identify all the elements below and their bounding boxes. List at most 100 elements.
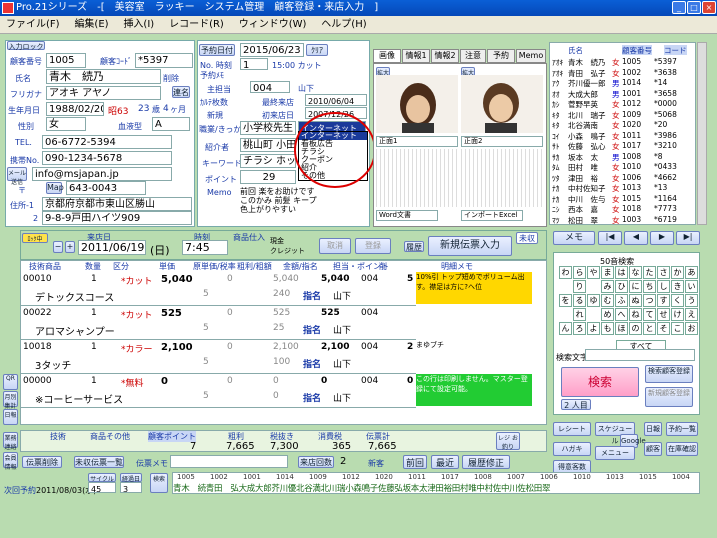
last-record-button[interactable]: ▶| bbox=[676, 231, 700, 245]
cash-option[interactable]: 現金 bbox=[270, 236, 284, 246]
list-item-no[interactable]: 1009 bbox=[622, 110, 641, 120]
list-item-sex[interactable]: 女 bbox=[612, 68, 620, 78]
item-price[interactable]: 0 bbox=[161, 376, 168, 387]
list-item-no[interactable]: 1005 bbox=[622, 57, 641, 67]
list-item-kana[interactable]: ｷﾀ bbox=[552, 110, 560, 120]
kana-key[interactable]: も bbox=[601, 322, 614, 335]
list-item-kana[interactable]: ｱｸ bbox=[552, 78, 560, 88]
staff-select[interactable]: 004 bbox=[250, 81, 290, 93]
date-minus-button[interactable]: − bbox=[53, 241, 63, 253]
job-field[interactable]: 小学校先生 bbox=[240, 121, 296, 135]
list-item-code[interactable]: *3210 bbox=[654, 141, 677, 151]
item-staff[interactable]: 山下 bbox=[333, 323, 351, 336]
kana-key[interactable]: ら bbox=[573, 266, 586, 279]
kana-key[interactable]: ぬ bbox=[629, 294, 642, 307]
list-item-name[interactable]: 中川 佐与 bbox=[568, 194, 606, 204]
maximize-button[interactable]: □ bbox=[687, 1, 701, 14]
tel-field[interactable]: 06-6772-5394 bbox=[42, 135, 172, 149]
item-shimei[interactable]: 指名 bbox=[303, 357, 321, 370]
kana-key[interactable]: し bbox=[657, 280, 670, 293]
search-register-button[interactable]: 検索顧客登録 bbox=[645, 365, 693, 383]
position-select-2[interactable]: 正面2 bbox=[461, 136, 543, 147]
strip-number[interactable]: 1006 bbox=[540, 473, 558, 481]
list-item-code[interactable]: *1164 bbox=[654, 194, 677, 204]
tab-image[interactable]: 画像 bbox=[373, 49, 401, 63]
history-button[interactable]: 履歴 bbox=[404, 241, 424, 252]
strip-number[interactable]: 1002 bbox=[210, 473, 228, 481]
search-small-button[interactable]: 検索 bbox=[150, 473, 168, 493]
tool-button[interactable]: レシート bbox=[553, 422, 591, 436]
list-item-no[interactable]: 1003 bbox=[622, 215, 641, 225]
point-field[interactable]: 29 bbox=[240, 170, 296, 184]
kana-key[interactable]: え bbox=[685, 308, 698, 321]
map-button[interactable]: Map bbox=[46, 182, 64, 194]
kana-key[interactable]: か bbox=[671, 266, 684, 279]
item-shimei[interactable]: 指名 bbox=[303, 323, 321, 336]
customer-no-field[interactable]: 1005 bbox=[46, 53, 86, 68]
kana-key[interactable]: や bbox=[587, 266, 600, 279]
kana-key[interactable]: さ bbox=[657, 266, 670, 279]
new-customer-button[interactable]: 新規顧客登録 bbox=[645, 387, 693, 407]
list-item-no[interactable]: 1011 bbox=[622, 131, 641, 141]
strip-number[interactable]: 1020 bbox=[375, 473, 393, 481]
kana-key[interactable]: む bbox=[601, 294, 614, 307]
previous-button[interactable]: 前回 bbox=[403, 455, 427, 469]
kana-key[interactable]: ま bbox=[601, 266, 614, 279]
list-item-code[interactable]: *0000 bbox=[654, 99, 677, 109]
no-select[interactable]: 1 bbox=[240, 58, 268, 70]
item-staff[interactable]: 山下 bbox=[333, 289, 351, 302]
list-item-kana[interactable]: ﾏﾂ bbox=[552, 215, 560, 225]
list-item-sex[interactable]: 女 bbox=[612, 173, 620, 183]
list-item-no[interactable]: 1002 bbox=[622, 68, 641, 78]
list-item-name[interactable]: 佐藤 弘心 bbox=[568, 141, 606, 151]
side-button[interactable]: 業務連絡 bbox=[3, 432, 18, 451]
tool-button[interactable]: メニュー bbox=[595, 446, 635, 460]
next-record-button[interactable]: ▶ bbox=[650, 231, 674, 245]
list-item-sex[interactable]: 男 bbox=[612, 78, 620, 88]
list-item-kana[interactable]: ｷﾀ bbox=[552, 120, 560, 130]
lock-toggle[interactable]: ﾛｯｸ中 bbox=[22, 233, 48, 243]
list-item-name[interactable]: 大成大郎 bbox=[568, 89, 598, 99]
list-item-name[interactable]: 津田 裕 bbox=[568, 173, 598, 183]
kana-key[interactable]: こ bbox=[671, 322, 684, 335]
tool-button[interactable]: 顧客 bbox=[644, 442, 662, 456]
entry-lock-checkbox[interactable]: 入力ロック bbox=[7, 41, 45, 51]
kana-key[interactable]: ね bbox=[629, 308, 642, 321]
list-item-no[interactable]: 1013 bbox=[622, 183, 641, 193]
kana-key[interactable]: け bbox=[671, 308, 684, 321]
list-item-kana[interactable]: ﾅｶ bbox=[552, 194, 560, 204]
menu-help[interactable]: ヘルプ(H) bbox=[315, 16, 372, 34]
kana-key[interactable]: を bbox=[559, 294, 572, 307]
item-code[interactable]: 10018 bbox=[23, 342, 52, 352]
list-item-name[interactable]: 坂本 太 bbox=[568, 152, 598, 162]
kana-key[interactable]: た bbox=[643, 266, 656, 279]
list-item-no[interactable]: 1008 bbox=[622, 152, 641, 162]
last-visit-field[interactable]: 2010/06/04 bbox=[305, 94, 367, 106]
item-memo[interactable] bbox=[416, 306, 532, 338]
intro-field[interactable]: 桃山町 小田 bbox=[240, 138, 296, 152]
kana-key[interactable]: す bbox=[657, 294, 670, 307]
list-item-kana[interactable]: ｱｵｷ bbox=[552, 68, 563, 78]
item-name[interactable]: 3タッチ bbox=[35, 357, 71, 372]
item-staff[interactable]: 山下 bbox=[333, 391, 351, 404]
list-item-sex[interactable]: 女 bbox=[612, 204, 620, 214]
word-doc-field[interactable]: Word文書 bbox=[376, 210, 438, 221]
tab-info1[interactable]: 情報1 bbox=[402, 49, 430, 63]
item-price[interactable]: 2,100 bbox=[161, 342, 193, 353]
kana-key[interactable]: そ bbox=[657, 322, 670, 335]
list-item-kana[interactable]: ｻﾄ bbox=[552, 141, 560, 151]
kana-key[interactable]: め bbox=[601, 308, 614, 321]
side-button[interactable]: 日報 bbox=[3, 409, 18, 425]
item-name[interactable]: アロマシャンプー bbox=[35, 323, 115, 338]
close-button[interactable]: × bbox=[702, 1, 716, 14]
list-item-code[interactable]: *20 bbox=[654, 120, 667, 130]
zip-field[interactable]: 643-0043 bbox=[66, 181, 146, 195]
list-item-sex[interactable]: 女 bbox=[612, 57, 620, 67]
mobile-field[interactable]: 090-1234-5678 bbox=[42, 151, 172, 165]
list-item-sex[interactable]: 女 bbox=[612, 120, 620, 130]
list-item-name[interactable]: 中村佐知子 bbox=[568, 183, 606, 193]
kana-key[interactable]: つ bbox=[643, 294, 656, 307]
list-item-no[interactable]: 1018 bbox=[622, 204, 641, 214]
excel-import-field[interactable]: インポートExcel bbox=[461, 210, 523, 221]
list-item-no[interactable]: 1010 bbox=[622, 162, 641, 172]
